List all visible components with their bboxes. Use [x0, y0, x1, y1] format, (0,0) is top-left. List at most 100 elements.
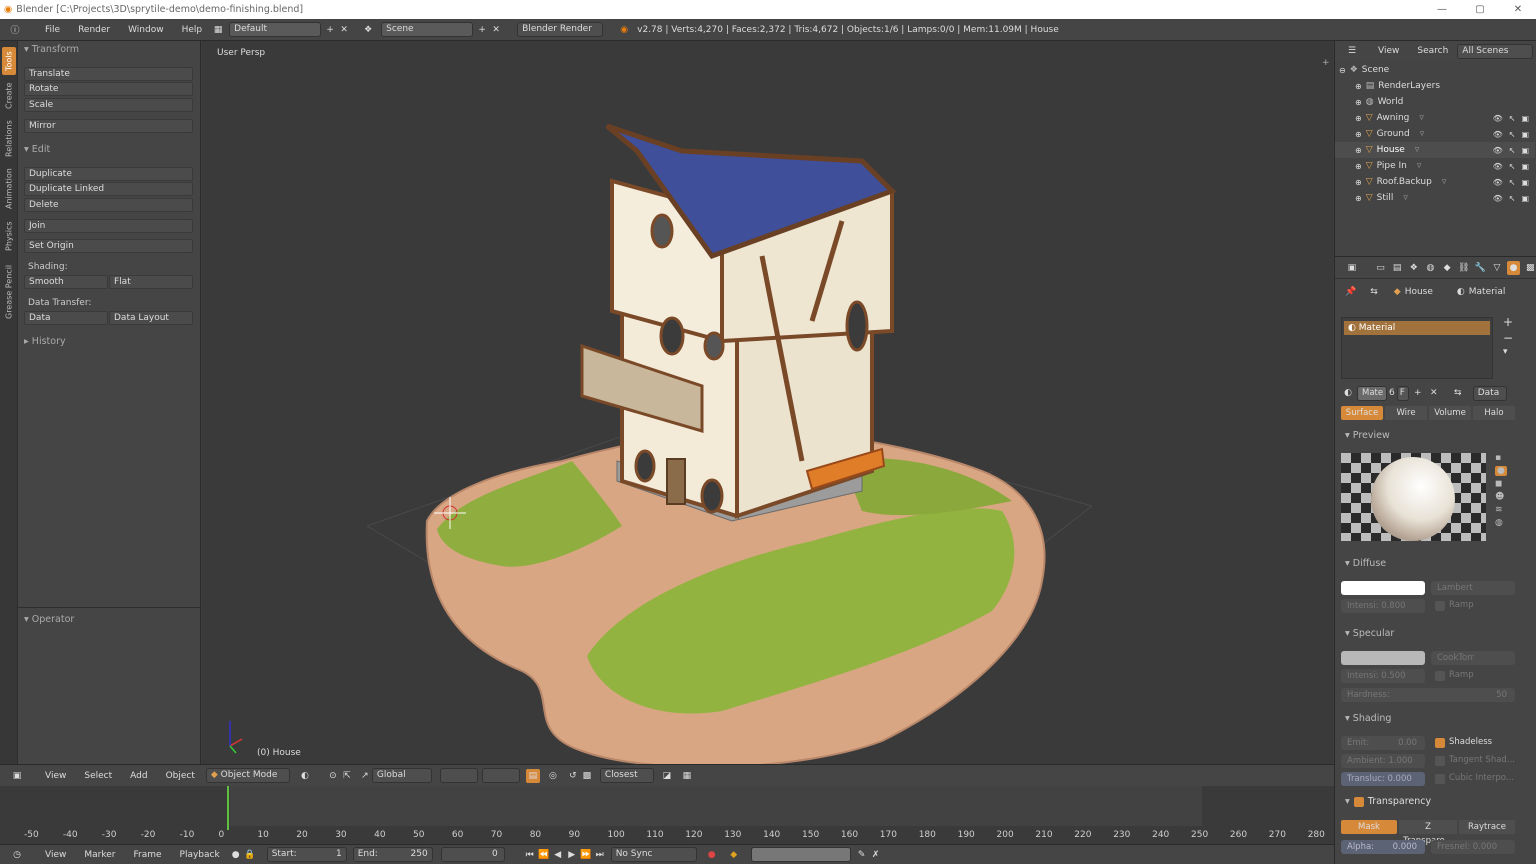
outliner-menu-view[interactable]: View [1369, 46, 1408, 56]
camera-icon[interactable]: ▣ [1521, 146, 1529, 155]
material-name-field[interactable]: Mate [1357, 385, 1387, 401]
expand-toggle-icon[interactable]: ⊕ [1355, 194, 1362, 203]
manipulator-icon[interactable]: ⇱ [340, 769, 354, 783]
operator-panel-header[interactable]: ▾ Operator [24, 614, 74, 625]
cursor-icon[interactable]: ↖ [1509, 178, 1516, 187]
outliner-item[interactable]: ⊕ ▤ RenderLayers [1335, 78, 1535, 94]
3d-viewport[interactable] [202, 41, 1333, 764]
current-frame-field[interactable]: 0 [440, 847, 505, 862]
camera-icon[interactable]: ▣ [1521, 114, 1529, 123]
tab-volume[interactable]: Volume [1429, 406, 1471, 420]
diffuse-shader-select[interactable]: Lambert [1431, 581, 1515, 595]
lock-layers-icon[interactable]: ▤ [525, 768, 540, 783]
pivot-point-icon[interactable]: ⊙ [326, 769, 340, 783]
cubic-interpolation-checkbox[interactable] [1435, 774, 1445, 784]
raytrace-tab[interactable]: Raytrace [1459, 820, 1515, 834]
remove-layout-icon[interactable]: ✕ [337, 23, 351, 37]
expand-toggle-icon[interactable]: ⊕ [1355, 130, 1362, 139]
outliner-item[interactable]: ⊕ ▽ Ground ▿ 👁 ↖ ▣ [1335, 126, 1535, 142]
preview-monkey-icon[interactable]: ☻ [1495, 492, 1507, 502]
rotate-button[interactable]: Rotate [24, 82, 193, 96]
material-slot-item[interactable]: ◐ Material [1344, 321, 1490, 335]
data-layout-button[interactable]: Data Layout [109, 311, 193, 325]
outliner-item[interactable]: ⊕ ▽ House ▿ 👁 ↖ ▣ [1335, 142, 1535, 158]
duplicate-linked-button[interactable]: Duplicate Linked [24, 182, 193, 196]
set-origin-button[interactable]: Set Origin [24, 239, 193, 253]
layers-context-icon[interactable]: ▤ [1390, 261, 1404, 275]
edit-panel-header[interactable]: ▾ Edit [24, 144, 50, 155]
slot-menu-button[interactable]: ▾ [1503, 347, 1508, 357]
outliner-menu-search[interactable]: Search [1408, 46, 1457, 56]
record-icon[interactable]: ● [229, 848, 243, 862]
menu-timeline-view[interactable]: View [36, 850, 75, 860]
preview-hair-icon[interactable]: ≋ [1495, 505, 1507, 515]
new-material-icon[interactable]: + [1411, 386, 1425, 400]
specular-ramp-checkbox[interactable] [1435, 671, 1445, 681]
proportional-edit-icon[interactable]: ◎ [546, 769, 560, 783]
cursor-icon[interactable]: ↖ [1509, 146, 1516, 155]
snap-element-icon[interactable]: ▩ [580, 769, 594, 783]
duplicate-button[interactable]: Duplicate [24, 167, 193, 181]
minimize-button[interactable]: — [1424, 0, 1460, 19]
pin-icon[interactable]: 📌 [1345, 287, 1356, 297]
remove-slot-button[interactable]: − [1503, 331, 1513, 345]
camera-icon[interactable]: ▣ [1521, 162, 1529, 171]
jump-end-icon[interactable]: ⏭ [593, 848, 607, 862]
diffuse-color-swatch[interactable] [1341, 581, 1425, 595]
texture-context-icon[interactable]: ▩ [1523, 261, 1536, 275]
transform-panel-header[interactable]: ▾ Transform [24, 44, 79, 55]
data-button[interactable]: Data [24, 311, 108, 325]
eye-icon[interactable]: 👁 [1493, 194, 1503, 203]
expand-toggle-icon[interactable]: ⊖ [1339, 66, 1346, 75]
tab-halo[interactable]: Halo [1473, 406, 1515, 420]
layers-grid-a[interactable] [439, 768, 478, 783]
material-browse-icon[interactable]: ◐ [1341, 386, 1355, 400]
specular-color-swatch[interactable] [1341, 651, 1425, 665]
layout-field[interactable]: Default [229, 22, 322, 37]
cursor-icon[interactable]: ↖ [1509, 114, 1516, 123]
play-reverse-icon[interactable]: ◀ [551, 848, 565, 862]
object-context-icon[interactable]: ◆ [1440, 261, 1454, 275]
mesh-data-icon[interactable]: ▿ [1415, 145, 1420, 155]
outliner-item[interactable]: ⊕ ▽ Roof.Backup ▿ 👁 ↖ ▣ [1335, 174, 1535, 190]
expand-toggle-icon[interactable]: ⊕ [1355, 162, 1362, 171]
menu-playback[interactable]: Playback [171, 850, 229, 860]
mesh-data-icon[interactable]: ▿ [1442, 177, 1447, 187]
preview-panel-header[interactable]: ▾ Preview [1345, 430, 1390, 441]
layers-grid-b[interactable] [481, 768, 520, 783]
link-select[interactable]: Data [1472, 385, 1507, 401]
viewport-shading-icon[interactable]: ◐ [298, 769, 312, 783]
expand-toggle-icon[interactable]: ⊕ [1355, 178, 1362, 187]
render-engine-select[interactable]: Blender Render [517, 22, 604, 37]
preview-sphere-icon[interactable]: ● [1495, 466, 1507, 476]
expand-toggle-icon[interactable]: ⊕ [1355, 82, 1362, 91]
render-context-icon[interactable]: ▭ [1374, 261, 1388, 275]
mesh-data-icon[interactable]: ▿ [1420, 129, 1425, 139]
orientation-select[interactable]: Global [371, 768, 432, 783]
info-editor-icon[interactable]: ⓘ [8, 23, 22, 37]
menu-help[interactable]: Help [173, 25, 212, 35]
unlink-material-icon[interactable]: ✕ [1427, 386, 1441, 400]
menu-frame[interactable]: Frame [124, 850, 170, 860]
end-frame-field[interactable]: End: 250 [352, 847, 433, 862]
specular-intensity-field[interactable]: Intensi: 0.500 [1341, 669, 1425, 683]
auto-key-icon[interactable]: ● [705, 848, 719, 862]
opengl-render-icon[interactable]: ◪ [660, 769, 674, 783]
outliner-item[interactable]: ⊖ ❖ Scene [1335, 62, 1535, 78]
modifiers-context-icon[interactable]: 🔧 [1473, 261, 1487, 275]
tab-wire[interactable]: Wire [1385, 406, 1427, 420]
tab-grease-pencil[interactable]: Grease Pencil [2, 259, 16, 325]
constraints-context-icon[interactable]: ⛓ [1457, 261, 1471, 275]
transparency-panel-header[interactable]: ▾ Transparency [1345, 796, 1431, 807]
camera-icon[interactable]: ▣ [1521, 194, 1529, 203]
menu-file[interactable]: File [36, 25, 69, 35]
translate-button[interactable]: Translate [24, 67, 193, 81]
emit-field[interactable]: Emit: 0.00 [1341, 736, 1425, 750]
material-context-icon[interactable]: ● [1506, 260, 1521, 275]
mask-tab[interactable]: Mask [1341, 820, 1397, 834]
viewport-expand-icon[interactable]: + [1322, 58, 1330, 68]
history-panel-header[interactable]: ▸ History [24, 336, 66, 347]
mesh-data-icon[interactable]: ▿ [1419, 113, 1424, 123]
properties-editor-icon[interactable]: ▣ [1345, 261, 1359, 275]
prev-keyframe-icon[interactable]: ⏪ [537, 848, 551, 862]
